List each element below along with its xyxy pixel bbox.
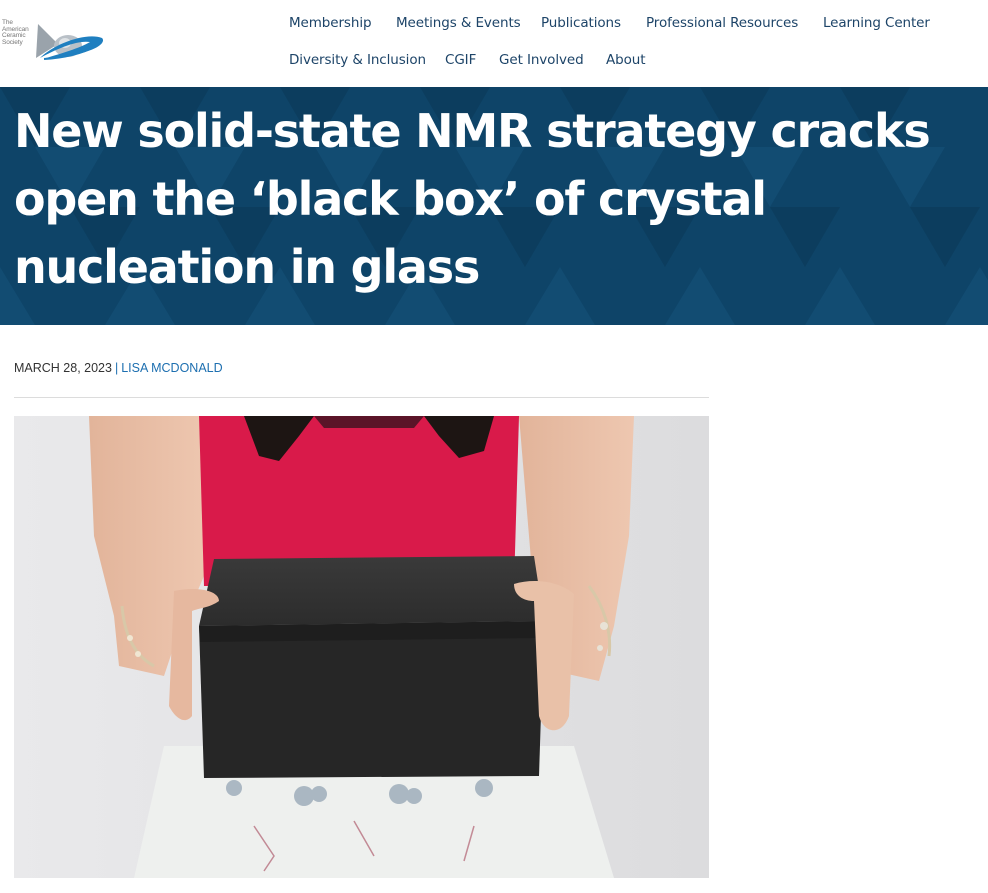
article-meta: MARCH 28, 2023 | LISA MCDONALD [14,361,223,375]
nav-get-involved[interactable]: Get Involved [499,52,584,68]
nav-membership[interactable]: Membership [289,15,372,31]
woman-holding-black-box-illustration [14,416,709,878]
publish-date: MARCH 28, 2023 [14,361,112,375]
nav-cgif[interactable]: CGIF [445,52,476,68]
meta-divider [14,397,709,398]
nav-diversity-inclusion[interactable]: Diversity & Inclusion [289,52,426,68]
acers-logo[interactable]: The American Ceramic Society [2,18,106,64]
logo-emblem-icon [36,24,104,60]
nav-publications[interactable]: Publications [541,15,621,31]
nav-about[interactable]: About [606,52,646,68]
article-feature-image [14,416,709,878]
meta-separator: | [114,361,119,375]
site-header: The American Ceramic Society Membership … [0,0,988,87]
article-title: New solid-state NMR strategy cracks open… [14,104,931,294]
nav-professional-resources[interactable]: Professional Resources [646,15,798,31]
author-link[interactable]: LISA MCDONALD [121,361,222,375]
nav-meetings-events[interactable]: Meetings & Events [396,15,521,31]
nav-learning-center[interactable]: Learning Center [823,15,930,31]
article-hero-banner: New solid-state NMR strategy cracks open… [0,87,988,325]
